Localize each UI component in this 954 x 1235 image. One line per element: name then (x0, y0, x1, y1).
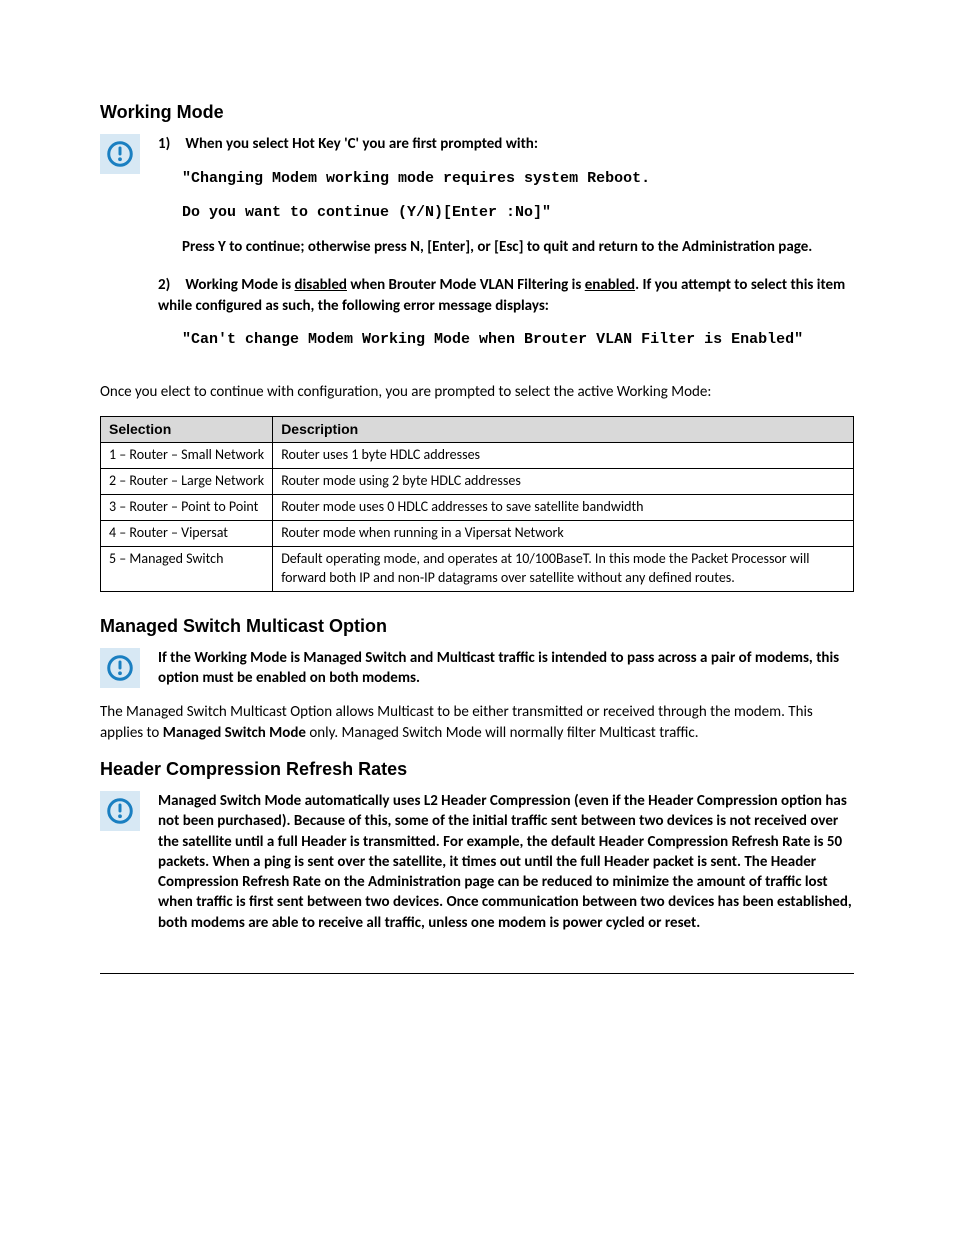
table-header-selection: Selection (101, 417, 273, 443)
notice-icon (100, 134, 140, 174)
exclamation-icon (105, 139, 135, 169)
footer-rule (100, 973, 854, 974)
text: Working Mode is (185, 276, 294, 294)
notice-body: If the Working Mode is Managed Switch an… (158, 648, 854, 689)
heading-working-mode: Working Mode (100, 100, 854, 124)
working-mode-table: Selection Description 1 – Router – Small… (100, 416, 854, 591)
code-line: "Changing Modem working mode requires sy… (182, 169, 854, 189)
code-line: Do you want to continue (Y/N)[Enter :No]… (182, 203, 854, 223)
notice-multicast: If the Working Mode is Managed Switch an… (100, 648, 854, 689)
heading-managed-switch-multicast: Managed Switch Multicast Option (100, 614, 854, 638)
notice-icon (100, 648, 140, 688)
cell-selection: 3 – Router – Point to Point (101, 494, 273, 520)
list-item: Working Mode is disabled when Brouter Mo… (158, 275, 854, 350)
cell-description: Router mode when running in a Vipersat N… (273, 520, 854, 546)
code-line: "Can't change Modem Working Mode when Br… (182, 330, 854, 350)
table-row: 1 – Router – Small Network Router uses 1… (101, 443, 854, 469)
table-row: 5 – Managed Switch Default operating mod… (101, 546, 854, 591)
exclamation-icon (105, 653, 135, 683)
notice-working-mode: When you select Hot Key 'C' you are firs… (100, 134, 854, 368)
cell-selection: 2 – Router – Large Network (101, 469, 273, 495)
paragraph: The Managed Switch Multicast Option allo… (100, 702, 854, 743)
heading-header-compression: Header Compression Refresh Rates (100, 757, 854, 781)
working-mode-list: When you select Hot Key 'C' you are firs… (158, 134, 854, 350)
notice-icon (100, 791, 140, 831)
exclamation-icon (105, 796, 135, 826)
item-lead: When you select Hot Key 'C' you are firs… (185, 135, 538, 153)
item-lead: Working Mode is disabled when Brouter Mo… (158, 276, 845, 314)
item-tail: Press Y to continue; otherwise press N, … (182, 237, 854, 257)
text: only. Managed Switch Mode will normally … (306, 724, 699, 742)
notice-body: When you select Hot Key 'C' you are firs… (158, 134, 854, 368)
text-underline: enabled (585, 276, 635, 294)
paragraph: Once you elect to continue with configur… (100, 382, 854, 402)
notice-text: Managed Switch Mode automatically uses L… (158, 792, 852, 932)
cell-selection: 4 – Router – Vipersat (101, 520, 273, 546)
cell-selection: 5 – Managed Switch (101, 546, 273, 591)
cell-description: Router uses 1 byte HDLC addresses (273, 443, 854, 469)
table-row: 4 – Router – Vipersat Router mode when r… (101, 520, 854, 546)
text-bold: Managed Switch Mode (163, 724, 306, 742)
table-header-description: Description (273, 417, 854, 443)
list-item: When you select Hot Key 'C' you are firs… (158, 134, 854, 257)
table-row: 3 – Router – Point to Point Router mode … (101, 494, 854, 520)
text-underline: disabled (294, 276, 346, 294)
cell-selection: 1 – Router – Small Network (101, 443, 273, 469)
cell-description: Default operating mode, and operates at … (273, 546, 854, 591)
text: when Brouter Mode VLAN Filtering is (347, 276, 585, 294)
table-row: 2 – Router – Large Network Router mode u… (101, 469, 854, 495)
cell-description: Router mode uses 0 HDLC addresses to sav… (273, 494, 854, 520)
cell-description: Router mode using 2 byte HDLC addresses (273, 469, 854, 495)
notice-text: If the Working Mode is Managed Switch an… (158, 649, 839, 687)
notice-header-compression: Managed Switch Mode automatically uses L… (100, 791, 854, 933)
notice-body: Managed Switch Mode automatically uses L… (158, 791, 854, 933)
